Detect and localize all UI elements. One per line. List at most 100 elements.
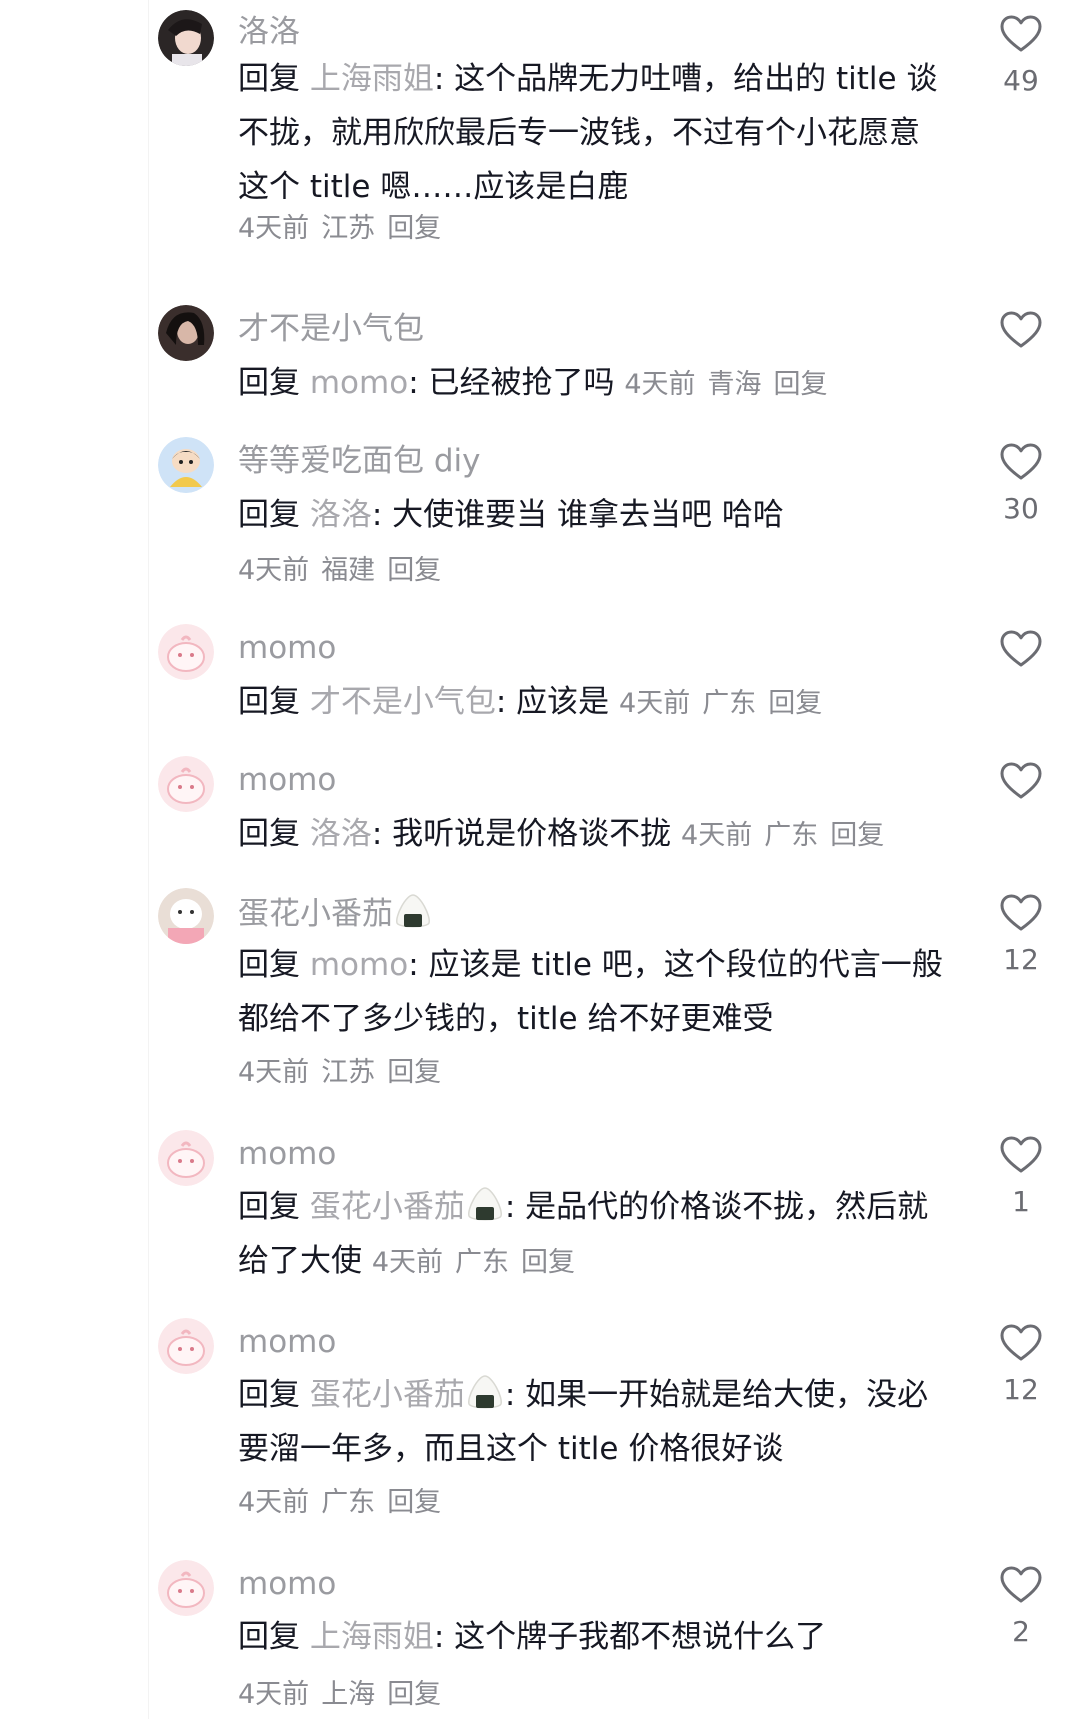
comment-username[interactable]: 才不是小气包 [238,309,424,349]
reply-prefix: 回复 [238,1377,300,1413]
avatar[interactable] [158,437,214,493]
avatar[interactable] [158,624,214,680]
reply-button[interactable]: 回复 [387,213,441,244]
reply-button[interactable]: 回复 [387,1487,441,1518]
reply-mention[interactable]: 上海雨姐 [310,61,434,97]
heart-outline-icon [1000,311,1042,348]
reply-button[interactable]: 回复 [830,820,884,851]
comment-username[interactable]: momo [238,1134,336,1174]
reply-button[interactable]: 回复 [387,1057,441,1088]
heart-outline-icon [1000,1136,1042,1173]
heart-outline-icon [1000,894,1042,931]
comment-text: 回复 洛洛: 大使谁要当 谁拿去当吧 哈哈 [238,488,948,542]
like-button[interactable] [992,310,1050,360]
reply-button[interactable]: 回复 [521,1247,575,1278]
like-count: 1 [1012,1185,1030,1218]
comment-username[interactable]: momo [238,1322,336,1362]
avatar[interactable] [158,305,214,361]
like-count: 12 [1003,943,1039,976]
comment-username[interactable]: momo [238,628,336,668]
like-button[interactable]: 30 [992,442,1050,526]
reply-mention[interactable]: momo [310,947,408,983]
comment-meta: 4天前 广东 回复 [372,1247,575,1278]
like-button[interactable]: 1 [992,1135,1050,1219]
comment-content: : 应该是 [495,684,610,720]
like-button[interactable]: 2 [992,1565,1050,1649]
comment-text: 回复 上海雨姐: 这个牌子我都不想说什么了 [238,1610,948,1664]
reply-button[interactable]: 回复 [774,369,828,400]
comment-location: 江苏 [321,213,376,244]
comment-username[interactable]: 洛洛 [238,12,300,52]
comment-location: 广东 [455,1247,510,1278]
reply-prefix: 回复 [238,365,300,401]
avatar[interactable] [158,756,214,812]
like-button[interactable]: 49 [992,14,1050,98]
comment-text: 回复 上海雨姐: 这个品牌无力吐嘈，给出的 title 谈不拢，就用欣欣最后专一… [238,52,948,214]
avatar[interactable] [158,888,214,944]
avatar[interactable] [158,10,214,66]
avatar[interactable] [158,1318,214,1374]
comment-username[interactable]: 等等爱吃面包 diy [238,441,481,481]
comment-location: 江苏 [321,1057,376,1088]
like-button[interactable]: 12 [992,1323,1050,1407]
reply-button[interactable]: 回复 [768,688,822,719]
onigiri-emoji-icon [396,894,430,928]
like-count: 49 [1003,64,1039,97]
bottom-fade-overlay [430,1686,650,1719]
comment-username[interactable]: momo [238,760,336,800]
reply-button[interactable]: 回复 [387,555,441,586]
reply-mention[interactable]: 洛洛 [310,497,372,533]
reply-prefix: 回复 [238,497,300,533]
comment-time: 4天前 [371,1247,444,1278]
reply-mention[interactable]: 洛洛 [310,816,372,852]
comment-text: 回复 momo: 应该是 title 吧，这个段位的代言一般都给不了多少钱的，t… [238,938,948,1046]
comment-meta: 4天前 上海 回复 [238,1677,441,1713]
reply-mention[interactable]: 蛋花小番茄 [309,1375,505,1413]
comment-username[interactable]: momo [238,1564,336,1604]
comment-location: 广东 [702,688,757,719]
comment-time: 4天前 [619,688,691,719]
username-text: 蛋花小番茄 [238,896,393,932]
comment-text: 回复 才不是小气包: 应该是 4天前 广东 回复 [238,675,998,731]
comment-content: : 大使谁要当 谁拿去当吧 哈哈 [371,497,784,533]
comment-location: 广东 [321,1487,376,1518]
reply-mention[interactable]: momo [310,365,408,401]
comment-meta: 4天前 江苏 回复 [238,1055,441,1091]
reply-prefix: 回复 [238,61,300,97]
mention-text: 蛋花小番茄 [309,1189,465,1225]
mention-text: 蛋花小番茄 [309,1377,465,1413]
like-button[interactable]: 12 [992,893,1050,977]
comment-time: 4天前 [238,1679,310,1710]
comment-time: 4天前 [238,1057,310,1088]
like-count: 12 [1003,1373,1039,1406]
heart-outline-icon [1000,15,1042,52]
comment-meta: 4天前 广东 回复 [619,688,822,719]
onigiri-emoji-icon [467,1187,502,1221]
heart-outline-icon [1000,762,1042,799]
comment-location: 广东 [764,820,819,851]
heart-outline-icon [1000,1324,1042,1361]
comment-meta: 4天前 福建 回复 [238,553,441,589]
like-count: 2 [1012,1615,1030,1648]
comment-meta: 4天前 广东 回复 [238,1485,441,1521]
avatar[interactable] [158,1560,214,1616]
comment-username[interactable]: 蛋花小番茄 [238,892,433,934]
comment-content: : 这个牌子我都不想说什么了 [433,1619,827,1655]
comment-meta: 4天前 江苏 回复 [238,211,441,247]
heart-outline-icon [1000,443,1042,480]
comment-content: : 我听说是价格谈不拢 [371,816,672,852]
comment-time: 4天前 [238,555,310,586]
comment-time: 4天前 [238,1487,310,1518]
avatar[interactable] [158,1130,214,1186]
heart-outline-icon [1000,1566,1042,1603]
like-button[interactable] [992,761,1050,811]
comment-text: 回复 蛋花小番茄: 如果一开始就是给大使，没必要溜一年多，而且这个 title … [238,1368,948,1476]
reply-mention[interactable]: 才不是小气包 [310,684,496,720]
comment-text: 回复 momo: 已经被抢了吗 4天前 青海 回复 [238,356,998,412]
like-button[interactable] [992,629,1050,679]
comment-content: : 已经被抢了吗 [408,365,615,401]
reply-mention[interactable]: 上海雨姐 [310,1619,434,1655]
heart-outline-icon [1000,630,1042,667]
reply-prefix: 回复 [238,947,300,983]
reply-mention[interactable]: 蛋花小番茄 [309,1187,505,1225]
